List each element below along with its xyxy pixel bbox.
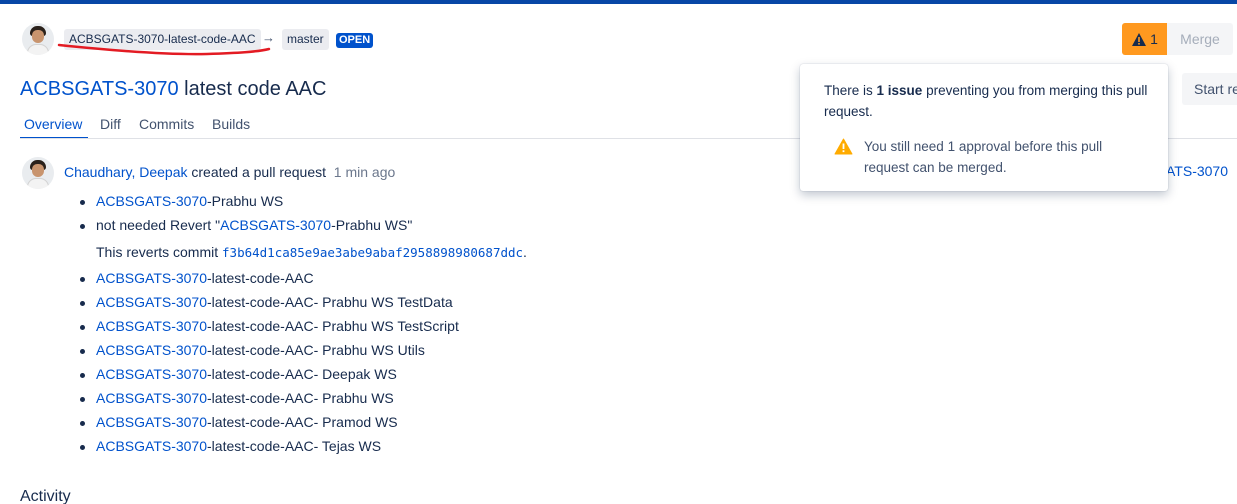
list-item: ACBSGATS-3070-latest-code-AAC- Pramod WS: [80, 414, 398, 430]
list-item-text: -latest-code-AAC- Prabhu WS: [207, 390, 394, 406]
target-branch-label[interactable]: master: [282, 29, 329, 50]
list-item-text: -latest-code-AAC- Prabhu WS Utils: [207, 342, 425, 358]
revert-text: This reverts commit: [96, 244, 223, 260]
page-title: ACBSGATS-3070 latest code AAC: [20, 77, 326, 101]
approval-requirement-text: You still need 1 approval before this pu…: [864, 139, 1103, 175]
tab-overview[interactable]: Overview: [24, 116, 82, 132]
warning-count: 1: [1150, 31, 1158, 47]
red-annotation-underline: [57, 43, 271, 56]
list-item: ACBSGATS-3070-latest-code-AAC- Prabhu WS…: [80, 342, 425, 358]
tab-commits[interactable]: Commits: [139, 116, 194, 132]
issue-link[interactable]: ACBSGATS-3070: [96, 294, 207, 310]
warning-triangle-icon: [834, 138, 853, 155]
warning-triangle-icon: [1132, 32, 1147, 46]
list-item: ACBSGATS-3070-latest-code-AAC- Prabhu WS…: [80, 318, 459, 334]
list-item-text: -Prabhu WS": [331, 217, 413, 233]
list-item-text: -latest-code-AAC: [207, 270, 314, 286]
list-item: ACBSGATS-3070-latest-code-AAC- Tejas WS: [79, 438, 382, 454]
title-issue-key-link[interactable]: ACBSGATS-3070: [20, 78, 179, 100]
start-reviewing-button[interactable]: Start re: [1182, 73, 1237, 105]
merge-checks-popover: There is 1 issue preventing you from mer…: [800, 64, 1168, 191]
issue-link[interactable]: ACBSGATS-3070: [96, 438, 207, 454]
creator-avatar[interactable]: [22, 157, 54, 189]
top-brand-bar: [0, 0, 1237, 4]
activity-action: created a pull request: [191, 164, 327, 180]
issue-link[interactable]: ACBSGATS-3070: [96, 270, 207, 286]
pr-created-line: Chaudhary, Deepak created a pull request…: [64, 164, 395, 180]
list-item-prefix: not needed Revert ": [96, 217, 221, 233]
merge-button[interactable]: Merge: [1167, 23, 1233, 55]
list-item-text: -latest-code-AAC- Tejas WS: [207, 438, 382, 454]
author-avatar[interactable]: [22, 23, 54, 55]
list-item: ACBSGATS-3070-latest-code-AAC- Deepak WS: [80, 366, 397, 382]
issue-link[interactable]: ACBSGATS-3070: [96, 390, 207, 406]
issue-link[interactable]: ACBSGATS-3070: [96, 342, 207, 358]
issue-link[interactable]: ACBSGATS-3070: [96, 193, 207, 209]
list-item-text: -latest-code-AAC- Pramod WS: [207, 414, 398, 430]
tab-diff[interactable]: Diff: [100, 116, 121, 132]
commit-hash-link[interactable]: f3b64d1ca85e9ae3abe9abaf2958898980687ddc: [222, 245, 523, 260]
branch-arrow: →: [262, 30, 275, 45]
popover-msg-prefix: There is: [824, 83, 877, 98]
list-item-text: -latest-code-AAC- Deepak WS: [207, 366, 397, 382]
list-item: ACBSGATS-3070-latest-code-AAC- Prabhu WS: [80, 390, 394, 406]
activity-section-heading: Activity: [20, 488, 71, 504]
list-item: ACBSGATS-3070-latest-code-AAC- Prabhu WS…: [80, 294, 453, 310]
related-issue-link[interactable]: ATS-3070: [1166, 163, 1228, 179]
activity-time: 1 min ago: [333, 164, 396, 180]
title-text: latest code AAC: [184, 78, 327, 100]
list-item-text: -latest-code-AAC- Prabhu WS TestScript: [207, 318, 459, 334]
revert-end: .: [523, 244, 527, 260]
list-item: ACBSGATS-3070-Prabhu WS: [79, 193, 284, 209]
author-link[interactable]: Chaudhary, Deepak: [64, 164, 187, 180]
list-item-text: -latest-code-AAC- Prabhu WS TestData: [207, 294, 453, 310]
popover-message: There is 1 issue preventing you from mer…: [824, 80, 1149, 122]
list-item-text: -Prabhu WS: [207, 193, 284, 209]
list-item: ACBSGATS-3070-latest-code-AAC: [80, 270, 314, 286]
issue-link[interactable]: ACBSGATS-3070: [96, 318, 207, 334]
issue-link[interactable]: ACBSGATS-3070: [96, 366, 207, 382]
issue-link[interactable]: ACBSGATS-3070: [96, 414, 207, 430]
list-item: not needed Revert "ACBSGATS-3070-Prabhu …: [79, 217, 413, 233]
popover-issue-count: 1 issue: [876, 83, 923, 98]
tab-builds[interactable]: Builds: [212, 116, 250, 132]
merge-checks-button[interactable]: 1: [1122, 23, 1167, 55]
status-badge: OPEN: [336, 33, 374, 48]
revert-note: This reverts commit f3b64d1ca85e9ae3abe9…: [96, 244, 527, 260]
issue-link[interactable]: ACBSGATS-3070: [220, 217, 331, 233]
